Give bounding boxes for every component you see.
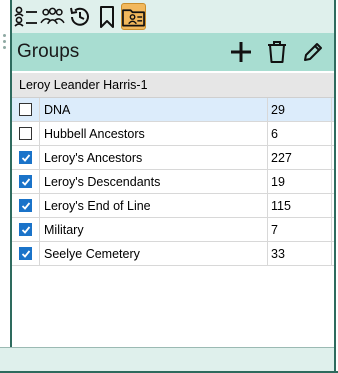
row-checkbox-cell: [12, 169, 40, 194]
group-checkbox[interactable]: [19, 103, 32, 116]
row-checkbox-cell: [12, 121, 40, 146]
row-checkbox-cell: [12, 217, 40, 242]
resize-grip[interactable]: [3, 34, 7, 54]
checkmark-icon: [21, 249, 30, 258]
group-checkbox[interactable]: [19, 247, 32, 260]
group-name: DNA: [40, 97, 268, 122]
groups-panel: Groups Leroy Leander Harris-1 DNA 29 Hubbe…: [0, 0, 338, 373]
group-count: 6: [268, 121, 332, 146]
panel-footer: [0, 347, 334, 371]
group-count: 19: [268, 169, 332, 194]
table-row[interactable]: Leroy's Ancestors 227: [12, 145, 334, 170]
group-checkbox[interactable]: [19, 175, 32, 188]
edit-group-button[interactable]: [298, 37, 328, 67]
group-count: 115: [268, 193, 332, 218]
row-checkbox-cell: [12, 193, 40, 218]
checkmark-icon: [21, 225, 30, 234]
table-row[interactable]: Military 7: [12, 217, 334, 242]
panel-border-right: [334, 0, 336, 373]
row-checkbox-cell: [12, 97, 40, 122]
group-count: 7: [268, 217, 332, 242]
group-checkbox[interactable]: [19, 223, 32, 236]
trash-icon: [268, 41, 286, 63]
group-name: Leroy's End of Line: [40, 193, 268, 218]
group-name: Hubbell Ancestors: [40, 121, 268, 146]
table-row[interactable]: DNA 29: [12, 97, 334, 122]
group-count: 227: [268, 145, 332, 170]
group-checkbox[interactable]: [19, 151, 32, 164]
table-row[interactable]: Hubbell Ancestors 6: [12, 121, 334, 146]
groups-folder-icon[interactable]: [121, 3, 146, 30]
group-name: Leroy's Ancestors: [40, 145, 268, 170]
checkmark-icon: [21, 201, 30, 210]
history-icon[interactable]: [67, 3, 92, 30]
group-checkbox[interactable]: [19, 127, 32, 140]
table-row[interactable]: Leroy's End of Line 115: [12, 193, 334, 218]
selected-person-label: Leroy Leander Harris-1: [12, 73, 334, 98]
table-row[interactable]: Seelye Cemetery 33: [12, 241, 334, 266]
delete-group-button[interactable]: [262, 37, 292, 67]
add-group-button[interactable]: [226, 37, 256, 67]
checkmark-icon: [21, 177, 30, 186]
panel-header: Groups: [12, 33, 334, 71]
pencil-icon: [304, 43, 322, 61]
people-group-icon[interactable]: [40, 3, 65, 30]
bookmark-icon[interactable]: [94, 3, 119, 30]
group-count: 33: [268, 241, 332, 266]
person-list-icon[interactable]: [13, 3, 38, 30]
group-name: Seelye Cemetery: [40, 241, 268, 266]
page-title: Groups: [17, 41, 80, 62]
groups-table: DNA 29 Hubbell Ancestors 6 Leroy's Ancestors…: [12, 97, 334, 266]
plus-icon: [231, 42, 251, 62]
group-checkbox[interactable]: [19, 199, 32, 212]
row-checkbox-cell: [12, 241, 40, 266]
table-empty-area: [12, 266, 334, 346]
group-count: 29: [268, 97, 332, 122]
group-name: Leroy's Descendants: [40, 169, 268, 194]
row-checkbox-cell: [12, 145, 40, 170]
group-name: Military: [40, 217, 268, 242]
table-row[interactable]: Leroy's Descendants 19: [12, 169, 334, 194]
checkmark-icon: [21, 153, 30, 162]
panel-toolbar: [12, 0, 334, 33]
